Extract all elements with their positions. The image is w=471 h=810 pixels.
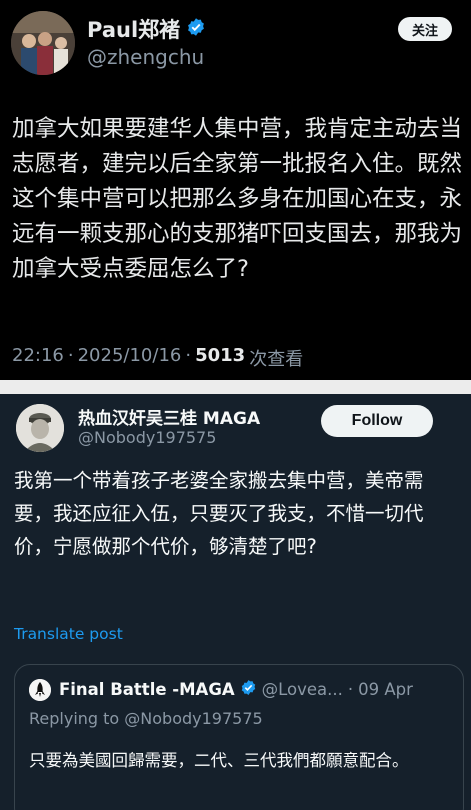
quote-date[interactable]: 09 Apr xyxy=(358,680,413,699)
follow-button[interactable]: Follow xyxy=(321,405,433,437)
avatar-photo xyxy=(16,404,64,452)
verified-badge-icon xyxy=(186,17,206,41)
quote-header: Final Battle -MAGA @Lovea... · 09 Apr xyxy=(59,679,413,700)
avatar[interactable] xyxy=(11,11,75,75)
author-name[interactable]: 热血汉奸吴三桂 MAGA xyxy=(78,404,260,429)
tweet-text: 我第一个带着孩子老婆全家搬去集中营，美帝需要，我还应征入伍，只要灭了我支，不惜一… xyxy=(14,469,424,558)
meta-separator: · xyxy=(185,345,192,366)
quoted-tweet[interactable]: Final Battle -MAGA @Lovea... · 09 Apr Re… xyxy=(14,664,464,810)
follow-button[interactable]: 关注 xyxy=(398,17,452,41)
rocket-logo-icon xyxy=(29,679,51,701)
quote-author-handle[interactable]: @Lovea... xyxy=(262,680,343,699)
meta-separator: · xyxy=(67,345,74,366)
replying-to[interactable]: Replying to @Nobody197575 xyxy=(29,709,263,728)
meta-separator: · xyxy=(347,680,354,699)
tweet-top: Paul郑褚 @zhengchu 关注 加拿大如果要建华人集中营，我肯定主动去当… xyxy=(0,0,471,380)
quote-text: 只要為美國回歸需要，二代、三代我們都願意配合。 xyxy=(29,751,409,770)
quote-author-name[interactable]: Final Battle -MAGA xyxy=(59,680,235,699)
author-handle[interactable]: @Nobody197575 xyxy=(78,428,216,447)
translate-link[interactable]: Translate post xyxy=(14,625,123,643)
tweet-text: 加拿大如果要建华人集中营，我肯定主动去当志愿者，建完以后全家第一批报名入住。既然… xyxy=(12,116,463,282)
tweet-time[interactable]: 22:16 xyxy=(12,345,64,371)
tweet-meta: 22:16 · 2025/10/16 · 5013 次查看 xyxy=(12,345,303,371)
avatar-photo xyxy=(11,11,75,75)
views-count: 5013 xyxy=(195,345,246,366)
tweet-bottom: 热血汉奸吴三桂 MAGA @Nobody197575 Follow 我第一个带着… xyxy=(0,394,471,810)
tweet-date[interactable]: 2025/10/16 xyxy=(78,345,182,371)
verified-badge-icon xyxy=(240,679,257,700)
author-name[interactable]: Paul郑褚 xyxy=(87,14,180,44)
avatar[interactable] xyxy=(16,404,64,452)
avatar[interactable] xyxy=(29,679,51,701)
author-row: Paul郑褚 xyxy=(87,14,206,44)
author-handle[interactable]: @zhengchu xyxy=(87,45,204,69)
screenshot-divider xyxy=(0,380,471,394)
views-label: 次查看 xyxy=(249,349,304,370)
